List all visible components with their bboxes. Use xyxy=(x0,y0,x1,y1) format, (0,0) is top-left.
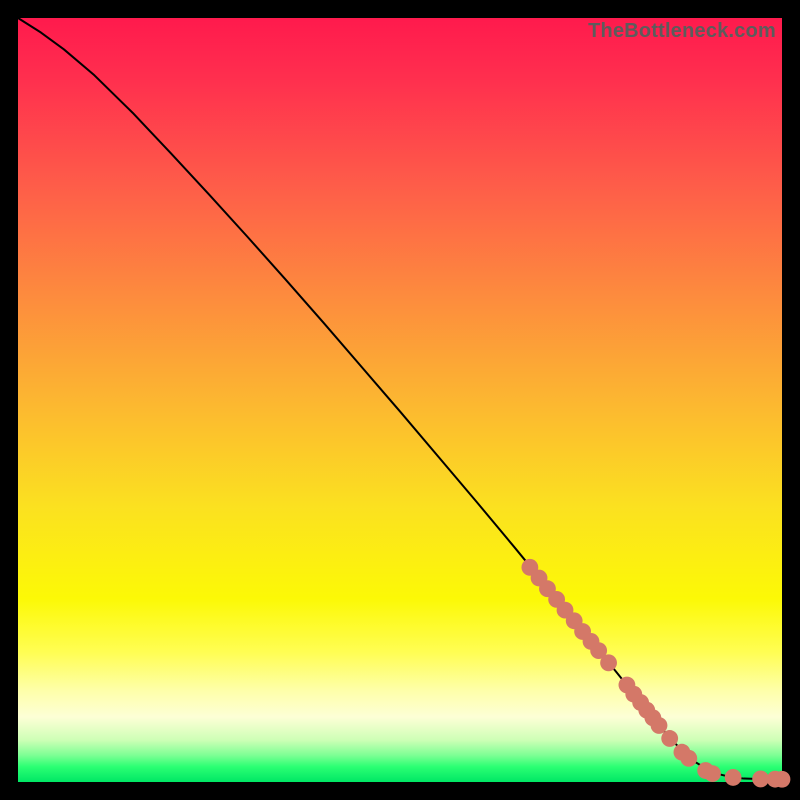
chart-stage: TheBottleneck.com xyxy=(0,0,800,800)
curve-layer xyxy=(18,18,782,779)
data-point xyxy=(774,771,791,788)
data-point xyxy=(680,750,697,767)
plot-area: TheBottleneck.com xyxy=(18,18,782,782)
marker-layer xyxy=(521,559,790,788)
data-point xyxy=(661,730,678,747)
data-point xyxy=(704,765,721,782)
chart-overlay xyxy=(18,18,782,782)
data-point xyxy=(752,771,769,788)
bottleneck-curve xyxy=(18,18,782,779)
data-point xyxy=(725,769,742,786)
data-point xyxy=(600,654,617,671)
data-point xyxy=(651,717,668,734)
